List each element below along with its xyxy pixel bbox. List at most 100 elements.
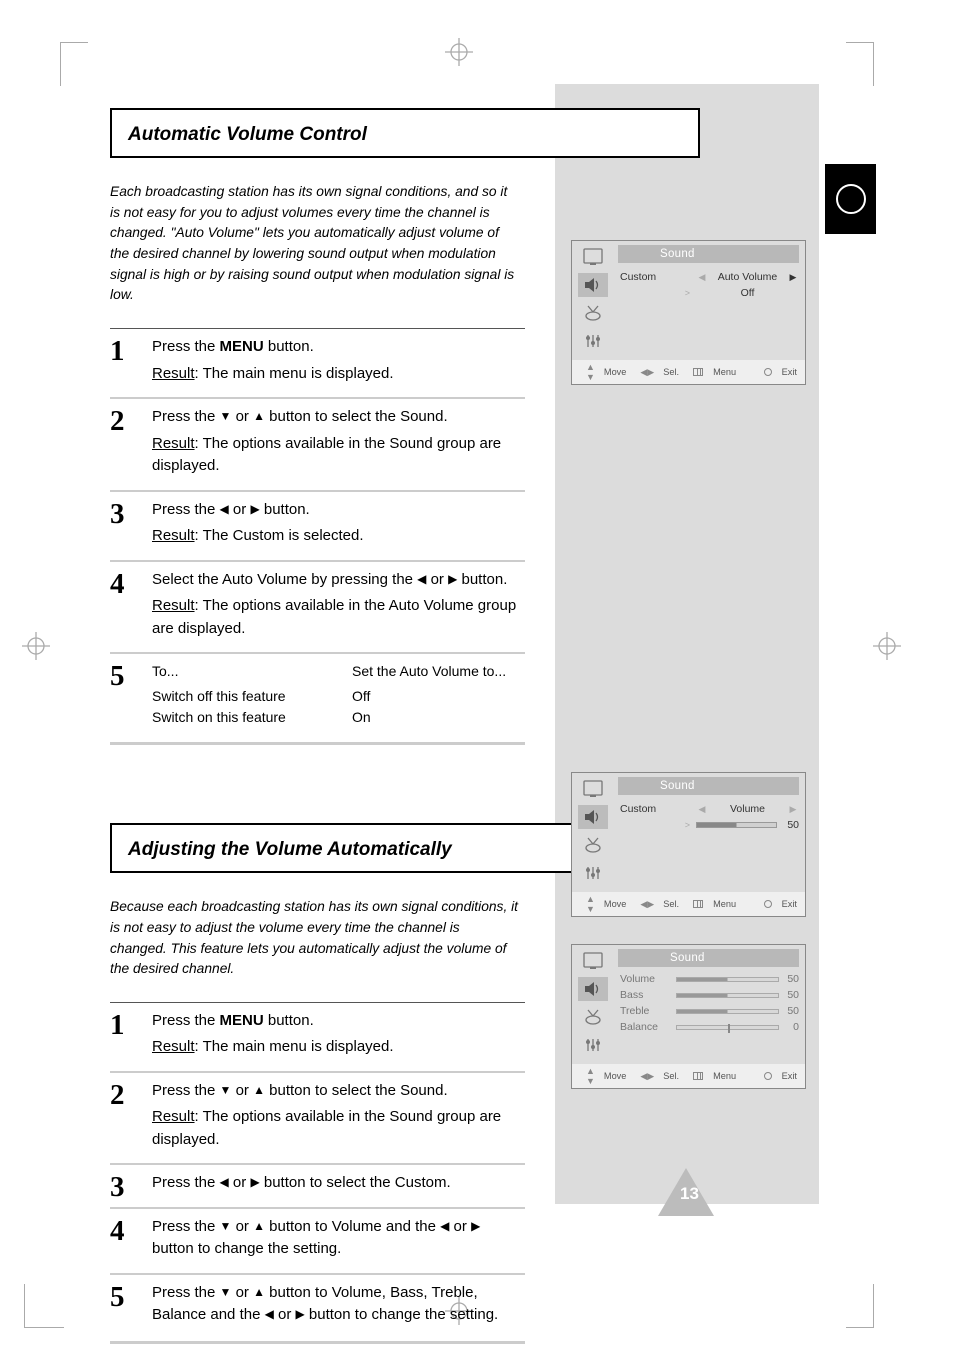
picture-icon	[578, 949, 608, 973]
left-arrow-icon: ◀	[696, 272, 708, 283]
step-number: 1	[110, 335, 125, 368]
right-triangle-icon: ▶	[296, 1305, 305, 1323]
crop-mark	[60, 42, 88, 86]
down-triangle-icon: ▼	[220, 407, 232, 425]
step-body: Press the ◀ or ▶ button to select the Cu…	[152, 1172, 525, 1195]
step-result: Result: The main menu is displayed.	[152, 1036, 525, 1059]
volume-slider[interactable]	[696, 822, 777, 828]
channel-icon	[578, 301, 608, 325]
osd-row[interactable]: Treble 50	[620, 1003, 799, 1019]
osd-row[interactable]: Volume 50	[620, 971, 799, 987]
slider-value: 0	[779, 1021, 799, 1033]
right-triangle-icon: ▶	[471, 1217, 480, 1235]
section-tab	[825, 164, 876, 234]
step: 1 Press the MENU button. Result: The mai…	[110, 328, 525, 397]
slider[interactable]	[676, 1025, 779, 1030]
slider[interactable]	[676, 977, 779, 982]
step-body: Select the Auto Volume by pressing the ◀…	[152, 569, 525, 592]
step: 4 Select the Auto Volume by pressing the…	[110, 560, 525, 653]
updown-arrow-icon: ▲▼	[586, 362, 595, 382]
step-number: 3	[110, 1171, 125, 1204]
osd-row[interactable]: Custom ◀ Auto Volume ▶	[620, 269, 799, 285]
osd-title: Sound	[618, 949, 799, 967]
step-body: Press the ▼ or ▲ button to Volume and th…	[152, 1216, 525, 1261]
osd-title: Sound	[618, 245, 799, 263]
menu-icon	[693, 900, 703, 908]
updown-arrow-icon: ▲▼	[586, 1066, 595, 1086]
crop-mark	[846, 42, 874, 86]
left-triangle-icon: ◀	[265, 1305, 274, 1323]
slider-value: 50	[779, 973, 799, 985]
step: 5 To...Set the Auto Volume to... Switch …	[110, 652, 525, 740]
osd-row-label: Bass	[620, 989, 676, 1001]
leftright-arrow-icon: ◀▶	[640, 899, 654, 910]
registration-mark-icon	[22, 632, 50, 665]
slider[interactable]	[676, 993, 779, 998]
exit-icon	[764, 900, 772, 908]
picture-icon	[578, 245, 608, 269]
step: 1 Press the MENU button. Result: The mai…	[110, 1002, 525, 1071]
step-body: Press the ▼ or ▲ button to Volume, Bass,…	[152, 1282, 525, 1327]
osd-row-label: Volume	[620, 973, 676, 985]
right-arrow-icon: ▶	[787, 272, 799, 283]
step-number: 5	[110, 660, 125, 693]
menu-icon	[693, 1072, 703, 1080]
osd-row-label: Treble	[620, 1005, 676, 1017]
step-result: Result: The options available in the Sou…	[152, 433, 525, 478]
step: 3 Press the ◀ or ▶ button to select the …	[110, 1163, 525, 1207]
osd-row[interactable]: Custom ◀ Volume ▶	[620, 801, 799, 817]
osd-menu-sound: Sound Custom ◀ Auto Volume ▶ > Off ▲▼Mov	[571, 240, 806, 385]
intro-text: Each broadcasting station has its own si…	[110, 182, 520, 306]
osd-footer: ▲▼Move ◀▶Sel. Menu Exit	[572, 892, 805, 916]
osd-sidebar	[578, 777, 614, 886]
rule	[110, 742, 525, 745]
left-arrow-icon: ◀	[696, 804, 708, 815]
crop-mark	[24, 1284, 64, 1328]
left-triangle-icon: ◀	[440, 1217, 449, 1235]
cursor-icon: >	[620, 820, 696, 830]
page-number: 13	[680, 1184, 699, 1204]
registration-mark-icon	[445, 38, 473, 71]
step: 2 Press the ▼ or ▲ button to select the …	[110, 1071, 525, 1164]
step-result: Result: The options available in the Aut…	[152, 595, 525, 640]
rule	[110, 1341, 525, 1344]
down-triangle-icon: ▼	[220, 1217, 232, 1235]
step-number: 2	[110, 405, 125, 438]
right-triangle-icon: ▶	[250, 1173, 259, 1191]
step-result: Result: The Custom is selected.	[152, 525, 525, 548]
slider[interactable]	[676, 1009, 779, 1014]
section-title-box: Automatic Volume Control	[110, 108, 700, 158]
osd-row-value: Volume	[708, 803, 787, 815]
slider-value: 50	[779, 1005, 799, 1017]
step-number: 1	[110, 1009, 125, 1042]
osd-row[interactable]: > Off	[620, 285, 799, 301]
left-triangle-icon: ◀	[220, 1173, 229, 1191]
step-result: Result: The main menu is displayed.	[152, 363, 525, 386]
cursor-icon: >	[620, 288, 696, 298]
intro-text: Because each broadcasting station has it…	[110, 897, 520, 980]
section-title: Automatic Volume Control	[128, 124, 682, 146]
setup-icon	[578, 1033, 608, 1057]
crop-mark	[846, 1284, 874, 1328]
osd-row-label: Balance	[620, 1021, 676, 1033]
osd-row-label: Custom	[620, 271, 696, 283]
sound-icon	[578, 977, 608, 1001]
osd-row[interactable]: Bass50	[620, 987, 799, 1003]
osd-row[interactable]: Balance 0	[620, 1019, 799, 1035]
down-triangle-icon: ▼	[220, 1081, 232, 1099]
leftright-arrow-icon: ◀▶	[640, 1071, 654, 1082]
steps-list: 1 Press the MENU button. Result: The mai…	[110, 1002, 525, 1339]
step: 3 Press the ◀ or ▶ button. Result: The C…	[110, 490, 525, 560]
updown-arrow-icon: ▲▼	[586, 894, 595, 914]
channel-icon	[578, 833, 608, 857]
registration-mark-icon	[873, 632, 901, 665]
step-number: 2	[110, 1079, 125, 1112]
setup-icon	[578, 861, 608, 885]
step-body: To...Set the Auto Volume to... Switch of…	[152, 661, 525, 728]
osd-row-value: Off	[708, 287, 787, 299]
circle-icon	[836, 184, 866, 214]
osd-row-slider[interactable]: > 50	[620, 817, 799, 833]
slider-value: 50	[777, 819, 799, 831]
picture-icon	[578, 777, 608, 801]
osd-row-value: Auto Volume	[708, 271, 787, 283]
